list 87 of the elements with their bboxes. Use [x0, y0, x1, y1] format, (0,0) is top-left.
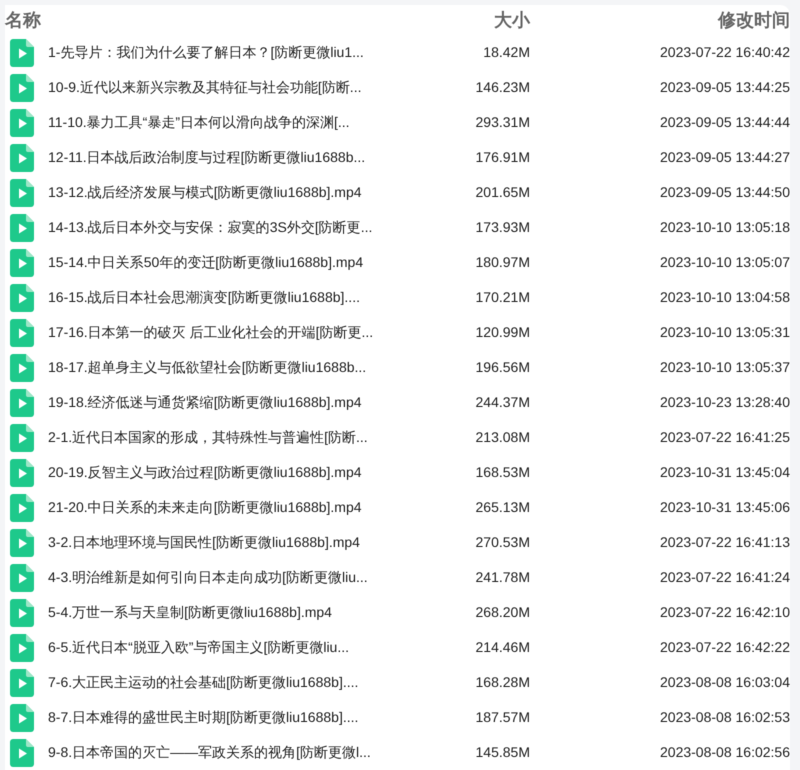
video-file-icon — [10, 108, 34, 136]
file-size: 176.91M — [476, 148, 530, 167]
file-name: 12-11.日本战后政治制度与过程[防断更微liu1688b... — [48, 148, 366, 167]
file-size: 18.42M — [483, 43, 530, 62]
modified-time: 2023-10-31 13:45:06 — [660, 498, 790, 517]
file-name: 19-18.经济低迷与通货紧缩[防断更微liu1688b].mp4 — [48, 393, 362, 412]
video-file-icon — [10, 668, 34, 696]
video-file-icon — [10, 528, 34, 556]
modified-time: 2023-09-05 13:44:27 — [660, 148, 790, 167]
modified-time: 2023-10-23 13:28:40 — [660, 393, 790, 412]
file-name: 1-先导片：我们为什么要了解日本？[防断更微liu1... — [48, 43, 364, 62]
file-name: 6-5.近代日本“脱亚入欧”与帝国主义[防断更微liu... — [48, 638, 350, 657]
modified-time: 2023-08-08 16:02:56 — [660, 743, 790, 762]
file-name: 10-9.近代以来新兴宗教及其特征与社会功能[防断... — [48, 78, 362, 97]
file-size: 146.23M — [476, 78, 530, 97]
file-name: 3-2.日本地理环境与国民性[防断更微liu1688b].mp4 — [48, 533, 360, 552]
video-file-icon — [10, 214, 34, 242]
file-name: 8-7.日本难得的盛世民主时期[防断更微liu1688b].... — [48, 708, 358, 727]
video-file-icon — [10, 318, 34, 346]
file-name: 7-6.大正民主运动的社会基础[防断更微liu1688b].... — [48, 673, 358, 692]
modified-time: 2023-09-05 13:44:25 — [660, 78, 790, 97]
video-file-icon — [10, 598, 34, 626]
file-size: 201.65M — [476, 183, 530, 202]
file-name: 4-3.明治维新是如何引向日本走向成功[防断更微liu... — [48, 568, 368, 587]
modified-time: 2023-10-10 13:05:07 — [660, 253, 790, 272]
file-size: 244.37M — [476, 393, 530, 412]
file-name: 9-8.日本帝国的灭亡——军政关系的视角[防断更微l... — [48, 743, 371, 762]
video-file-icon — [10, 564, 34, 592]
file-name: 2-1.近代日本国家的形成，其特殊性与普遍性[防断... — [48, 428, 368, 447]
file-size: 214.46M — [476, 638, 530, 657]
file-name: 13-12.战后经济发展与模式[防断更微liu1688b].mp4 — [48, 183, 362, 202]
modified-time: 2023-09-05 13:44:44 — [660, 113, 790, 132]
video-file-icon — [10, 424, 34, 452]
video-file-icon — [10, 284, 34, 312]
video-file-icon — [10, 354, 34, 382]
video-file-icon — [10, 38, 34, 66]
file-size: 241.78M — [476, 568, 530, 587]
video-file-icon — [10, 704, 34, 732]
modified-time: 2023-07-22 16:41:13 — [660, 533, 790, 552]
video-file-icon — [10, 634, 34, 662]
modified-time: 2023-07-22 16:42:10 — [660, 603, 790, 622]
modified-time: 2023-08-08 16:02:53 — [660, 708, 790, 727]
modified-time: 2023-09-05 13:44:50 — [660, 183, 790, 202]
file-size: 196.56M — [476, 358, 530, 377]
column-header: 名称 — [5, 8, 41, 32]
file-name: 18-17.超单身主义与低欲望社会[防断更微liu1688b... — [48, 358, 366, 377]
video-file-icon — [10, 388, 34, 416]
modified-time: 2023-10-10 13:04:58 — [660, 288, 790, 307]
file-name: 14-13.战后日本外交与安保：寂寞的3S外交[防断更... — [48, 218, 372, 237]
modified-time: 2023-10-10 13:05:18 — [660, 218, 790, 237]
file-size: 145.85M — [476, 743, 530, 762]
file-name: 15-14.中日关系50年的变迁[防断更微liu1688b].mp4 — [48, 253, 364, 272]
modified-time: 2023-08-08 16:03:04 — [660, 673, 790, 692]
modified-time: 2023-07-22 16:41:24 — [660, 568, 790, 587]
modified-time: 2023-10-10 13:05:31 — [660, 323, 790, 342]
modified-time: 2023-10-10 13:05:37 — [660, 358, 790, 377]
file-name: 21-20.中日关系的未来走向[防断更微liu1688b].mp4 — [48, 498, 362, 517]
modified-time: 2023-07-22 16:41:25 — [660, 428, 790, 447]
file-size: 173.93M — [476, 218, 530, 237]
file-name: 5-4.万世一系与天皇制[防断更微liu1688b].mp4 — [48, 603, 332, 622]
file-size: 170.21M — [476, 288, 530, 307]
modified-time: 2023-10-31 13:45:04 — [660, 463, 790, 482]
modified-time: 2023-07-22 16:42:22 — [660, 638, 790, 657]
file-size: 213.08M — [476, 428, 530, 447]
file-name: 11-10.暴力工具“暴走”日本何以滑向战争的深渊[... — [48, 113, 350, 132]
video-file-icon — [10, 248, 34, 276]
file-size: 268.20M — [476, 603, 530, 622]
video-file-icon — [10, 458, 34, 486]
file-size: 293.31M — [476, 113, 530, 132]
video-file-icon — [10, 178, 34, 206]
video-file-icon — [10, 74, 34, 102]
file-size: 187.57M — [476, 708, 530, 727]
video-file-icon — [10, 144, 34, 172]
file-size: 180.97M — [476, 253, 530, 272]
modified-time: 2023-07-22 16:40:42 — [660, 43, 790, 62]
column-header: 大小 — [494, 8, 530, 32]
file-size: 270.53M — [476, 533, 530, 552]
column-header: 修改时间 — [718, 8, 790, 32]
file-size: 120.99M — [476, 323, 530, 342]
file-size: 168.53M — [476, 463, 530, 482]
video-file-icon — [10, 494, 34, 522]
file-size: 265.13M — [476, 498, 530, 517]
video-file-icon — [10, 738, 34, 766]
file-name: 16-15.战后日本社会思潮演变[防断更微liu1688b].... — [48, 288, 360, 307]
file-size: 168.28M — [476, 673, 530, 692]
file-name: 17-16.日本第一的破灭 后工业化社会的开端[防断更... — [48, 323, 374, 342]
file-name: 20-19.反智主义与政治过程[防断更微liu1688b].mp4 — [48, 463, 362, 482]
